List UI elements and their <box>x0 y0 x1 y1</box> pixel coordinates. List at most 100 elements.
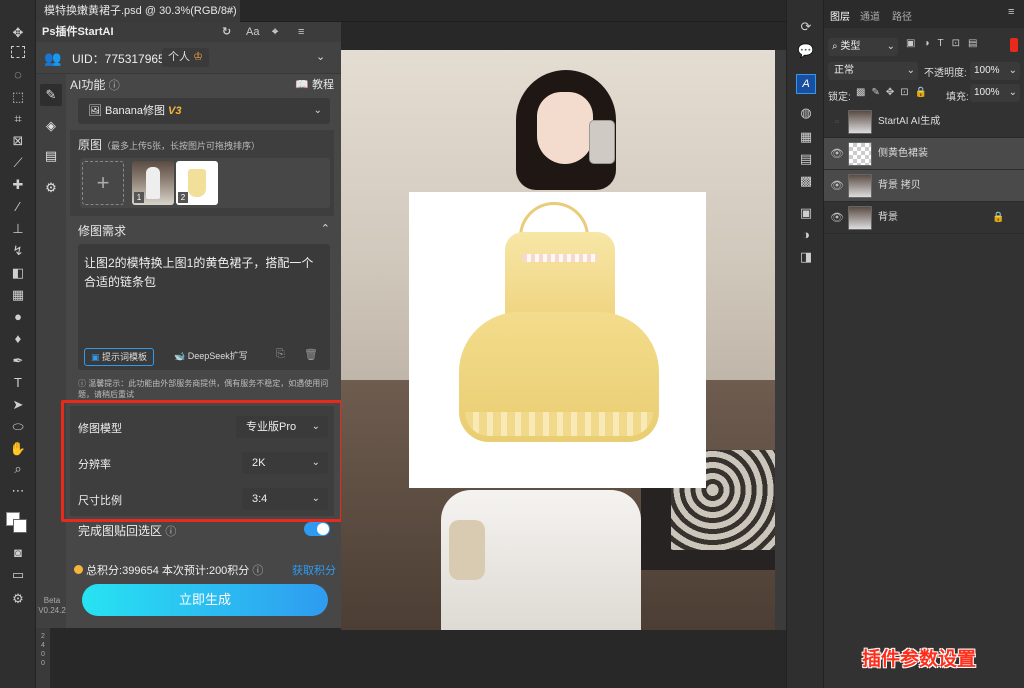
ruffle-hem <box>465 412 653 436</box>
shape-tool-icon[interactable]: ⬭ <box>9 418 27 436</box>
eye-icon[interactable]: 👁 <box>830 202 844 234</box>
opacity-input[interactable]: 100% ⌄ <box>970 62 1020 80</box>
tutorial-link[interactable]: 📖 教程 <box>295 76 334 92</box>
visibility-off-icon[interactable]: ▫ <box>830 106 844 138</box>
ai-function-label: AI功能 <box>70 78 106 92</box>
brush-tool-icon[interactable]: ∕ <box>9 198 27 216</box>
panel-menu-icon[interactable]: ≡ <box>1008 6 1014 18</box>
paste-back-toggle[interactable] <box>304 522 330 536</box>
zoom-tool-icon[interactable]: ⌕ <box>9 460 27 478</box>
source-thumb-1[interactable]: 1 <box>132 161 174 205</box>
filter-toggle[interactable] <box>1010 38 1018 52</box>
settings-nav-icon[interactable]: ⚙ <box>43 180 59 196</box>
tab-layers[interactable]: 图层 <box>830 8 850 23</box>
layer-thumbnail <box>848 174 872 198</box>
history-panel-icon[interactable]: ⟳ <box>797 18 815 36</box>
menu-icon[interactable]: ≡ <box>298 22 304 42</box>
lock-options-icons[interactable]: ▩✎✥⊡🔒 <box>856 87 933 98</box>
paste-info-icon[interactable]: ⓘ <box>165 526 176 538</box>
eyedropper-tool-icon[interactable]: ⟋ <box>9 154 27 172</box>
object-select-tool-icon[interactable]: ⬚ <box>9 88 27 106</box>
prompt-textarea[interactable]: 让图2的模特换上图1的黄色裙子，搭配一个合适的链条包 ▣ 提示词模板 🐋 Dee… <box>78 244 330 370</box>
move-tool-icon[interactable]: ✥ <box>9 24 27 42</box>
account-type-text: 个人 <box>168 51 190 63</box>
healing-tool-icon[interactable]: ✚ <box>9 176 27 194</box>
info-icon[interactable]: ⓘ <box>109 80 120 92</box>
generate-button[interactable]: 立即生成 <box>82 584 328 616</box>
edit-nav-icon[interactable]: ✎ <box>40 84 62 106</box>
document-canvas[interactable] <box>341 50 775 630</box>
add-image-button[interactable]: + <box>82 161 124 205</box>
collapse-up-icon[interactable]: ⌃ <box>321 222 330 235</box>
layer-name: StartAI AI生成 <box>878 116 941 127</box>
blur-tool-icon[interactable]: ● <box>9 308 27 326</box>
canvas-scrollbar[interactable] <box>775 50 786 630</box>
font-size-icon[interactable]: Aa <box>246 22 259 42</box>
crop-tool-icon[interactable]: ⌗ <box>9 110 27 128</box>
deepseek-button[interactable]: 🐋 DeepSeek扩写 <box>170 348 252 366</box>
dress-product-image <box>409 192 706 488</box>
marquee-tool-icon[interactable] <box>11 46 25 58</box>
coin-icon <box>74 565 83 574</box>
tip-text: 温馨提示：此功能由外部服务商提供，偶有服务不稳定，如遇使用问题，请稍后重试 <box>78 379 329 399</box>
history-icon[interactable]: ⎘ <box>276 348 285 361</box>
layer-row[interactable]: 👁 侧黄色裙装 <box>824 138 1024 170</box>
tab-paths[interactable]: 路径 <box>892 8 912 23</box>
pin-icon[interactable]: ⌖ <box>272 22 278 42</box>
layer-filter-select[interactable]: ⌕ 类型 ⌄ <box>828 38 898 56</box>
startai-panel-icon[interactable]: A <box>796 74 816 94</box>
fill-input[interactable]: 100% ⌄ <box>970 84 1020 102</box>
libraries-panel-icon[interactable]: ▣ <box>797 204 815 222</box>
hand-tool-icon[interactable]: ✋ <box>9 440 27 458</box>
layer-filter-icons[interactable]: ▣◑T⊡▤ <box>906 38 985 49</box>
eraser-tool-icon[interactable]: ◧ <box>9 264 27 282</box>
refresh-icon[interactable]: ↻ <box>222 22 231 42</box>
opacity-label: 不透明度: <box>924 68 967 79</box>
get-points-link[interactable]: 获取积分 <box>292 562 336 578</box>
swatches-panel-icon[interactable]: ▦ <box>797 128 815 146</box>
blend-mode-select[interactable]: 正常 ⌄ <box>828 62 918 80</box>
eye-icon[interactable]: 👁 <box>830 138 844 170</box>
history-brush-icon[interactable]: ↯ <box>9 242 27 260</box>
type-tool-icon[interactable]: T <box>9 374 27 392</box>
document-tab[interactable]: 模特换嫩黄裙子.psd @ 30.3%(RGB/8#) * × <box>36 0 240 39</box>
stamp-tool-icon[interactable]: ⊥ <box>9 220 27 238</box>
clipboard-nav-icon[interactable]: ▤ <box>43 148 59 164</box>
color-panel-icon[interactable]: ◍ <box>797 104 815 122</box>
close-tab-icon[interactable]: × <box>228 0 234 22</box>
points-info-icon[interactable]: ⓘ <box>252 565 263 577</box>
path-select-tool-icon[interactable]: ➤ <box>9 396 27 414</box>
users-icon: 👥 <box>44 50 62 66</box>
layer-row[interactable]: 👁 背景 🔒 <box>824 202 1024 234</box>
patterns-panel-icon[interactable]: ▩ <box>797 172 815 190</box>
source-thumb-2[interactable]: 2 <box>176 161 218 205</box>
ruler-digit: 4 <box>41 642 45 649</box>
layer-row[interactable]: ▫ StartAI AI生成 <box>824 106 1024 138</box>
requirement-label: 修图需求 <box>78 224 127 238</box>
layers-nav-icon[interactable]: ◈ <box>43 118 59 134</box>
properties-panel-icon[interactable]: ◨ <box>797 248 815 266</box>
collapse-chevron-icon[interactable]: ⌄ <box>316 50 325 63</box>
more-tools-icon[interactable]: ⋯ <box>9 482 27 500</box>
gradient-tool-icon[interactable]: ▦ <box>9 286 27 304</box>
comments-panel-icon[interactable]: 💬 <box>797 42 815 60</box>
extras-icon[interactable]: ⚙ <box>9 590 27 608</box>
function-select[interactable]: 🖼 Banana修图 V3 ⌄ <box>78 98 330 124</box>
trash-icon[interactable]: 🗑 <box>304 348 318 361</box>
prompt-template-button[interactable]: ▣ 提示词模板 <box>84 348 155 366</box>
pen-tool-icon[interactable]: ✒ <box>9 352 27 370</box>
quick-mask-icon[interactable]: ◙ <box>9 544 27 562</box>
points-row: 总积分:399654 本次预计:200积分 ⓘ <box>74 562 263 578</box>
layers-tab-bar: 图层 通道 路径 ≡ <box>824 0 1024 28</box>
lasso-tool-icon[interactable]: ◌ <box>9 66 27 84</box>
background-color-swatch[interactable] <box>13 519 27 533</box>
adjustments-panel-icon[interactable]: ◑ <box>797 226 815 244</box>
dodge-tool-icon[interactable]: ♦ <box>9 330 27 348</box>
frame-tool-icon[interactable]: ⊠ <box>9 132 27 150</box>
screen-mode-icon[interactable]: ▭ <box>9 566 27 584</box>
gradients-panel-icon[interactable]: ▤ <box>797 150 815 168</box>
ai-function-header: AI功能 ⓘ 📖 教程 <box>70 76 334 94</box>
layer-row[interactable]: 👁 背景 拷贝 <box>824 170 1024 202</box>
tab-channels[interactable]: 通道 <box>860 8 880 23</box>
eye-icon[interactable]: 👁 <box>830 170 844 202</box>
